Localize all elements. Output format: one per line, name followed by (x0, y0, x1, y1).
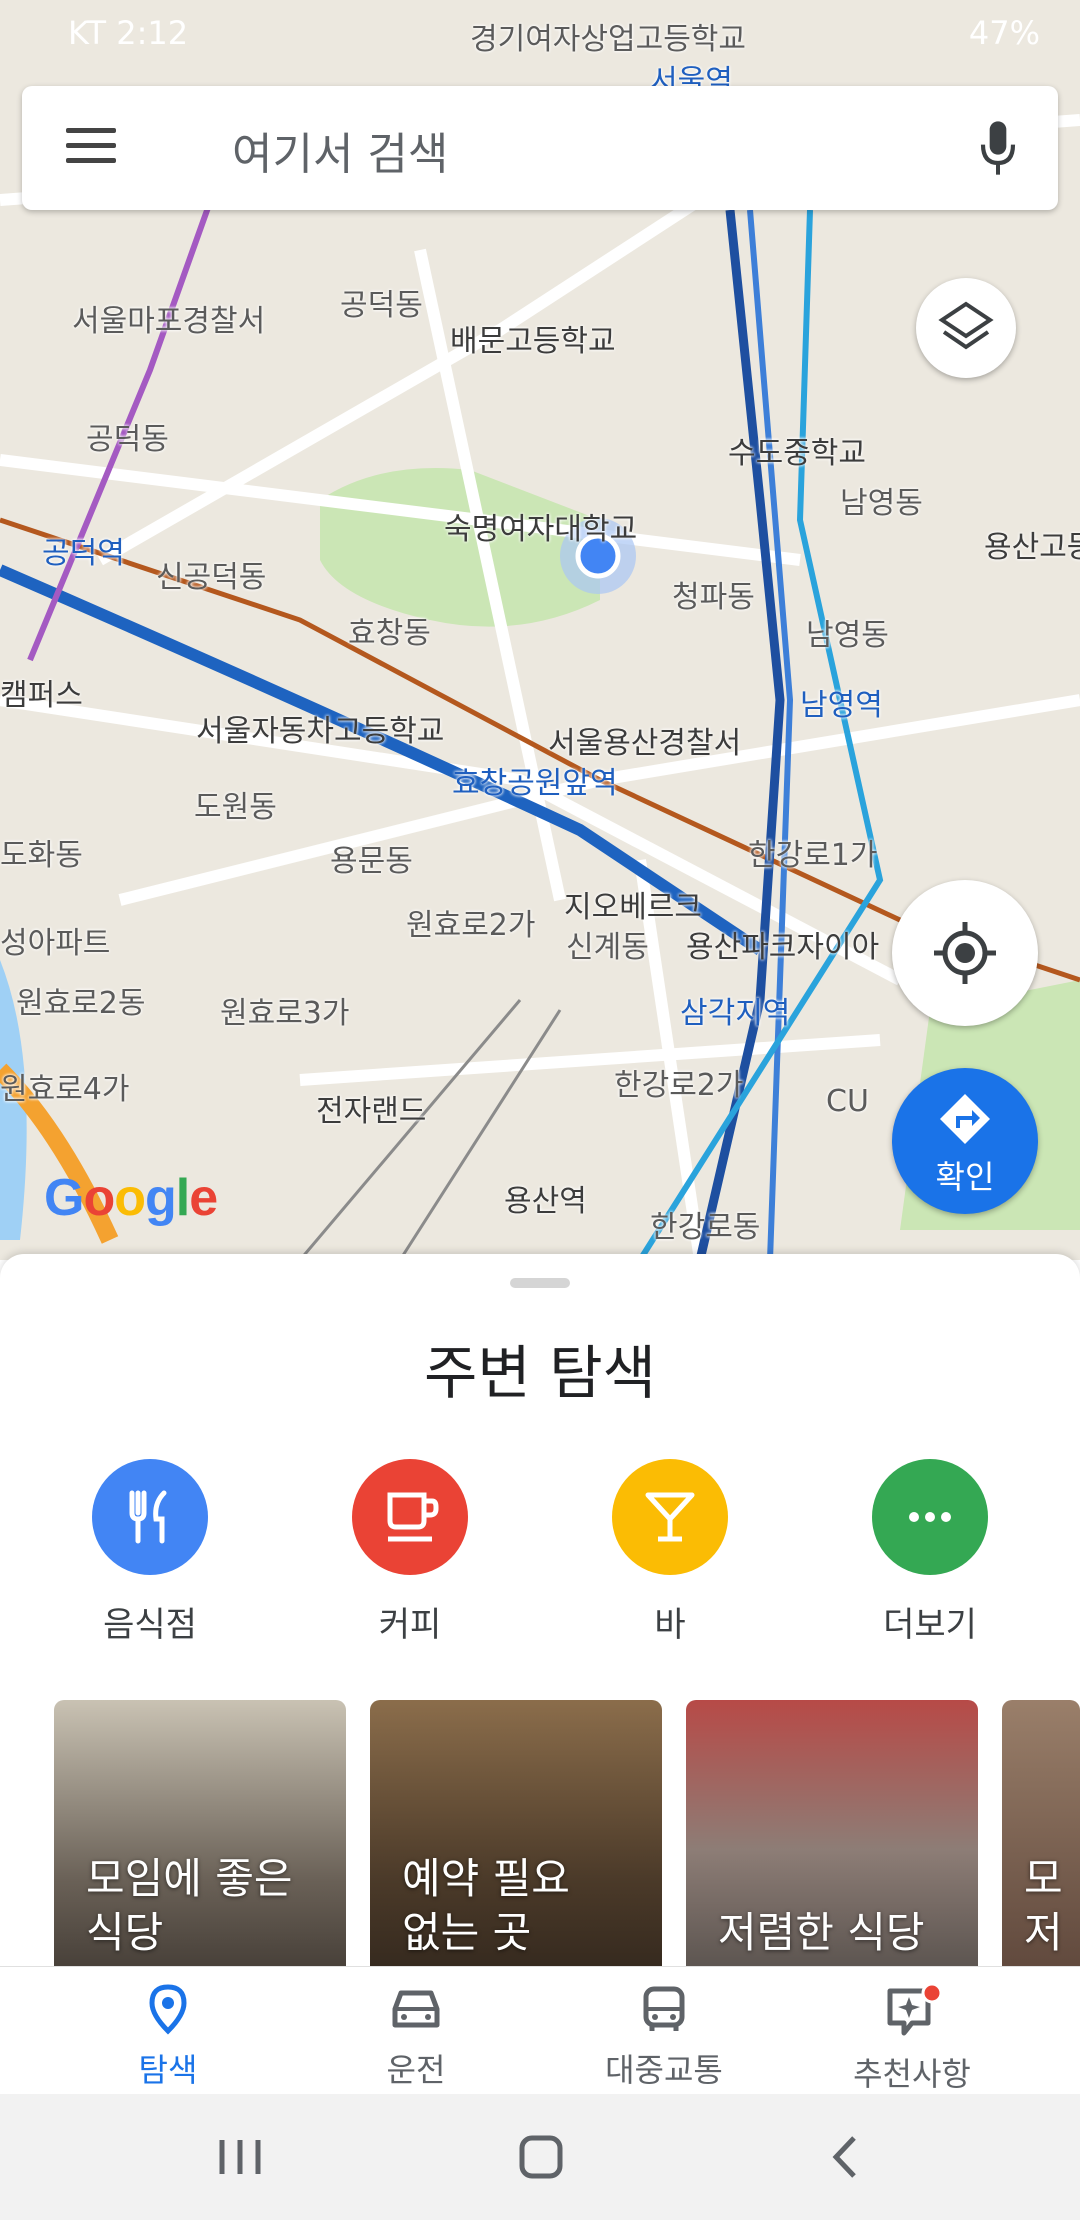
bottom-navigation: 탐색 운전 대중교통 추천사항 (0, 1966, 1080, 2095)
map-label: 원효로4가 (0, 1072, 130, 1107)
map-label: 캠퍼스 (0, 678, 83, 713)
map-label: 공덕동 (340, 288, 423, 323)
map-label: 수도중학교 (728, 436, 866, 471)
map-label: 효창공원앞역 (452, 766, 618, 801)
map-label: 숙명여자대학교 (444, 512, 638, 547)
explore-pin-icon (149, 1984, 187, 2035)
status-battery: 47% (968, 14, 1040, 52)
tab-driving[interactable]: 운전 (316, 1983, 516, 2091)
directions-label: 확인 (935, 1158, 995, 1196)
map-label: 용문동 (330, 844, 413, 879)
car-icon (392, 1990, 440, 2028)
my-location-button[interactable] (892, 880, 1038, 1026)
crosshair-icon (934, 922, 996, 984)
home-icon[interactable] (519, 2135, 563, 2179)
category-label: 바 (654, 1605, 686, 1645)
map-label: 남영동 (840, 486, 923, 521)
map-label: 한강로1가 (748, 838, 878, 873)
category-more[interactable]: 더보기 (840, 1459, 1020, 1646)
category-label: 음식점 (103, 1605, 197, 1645)
map-label: 남영역 (800, 688, 883, 723)
menu-icon[interactable] (66, 122, 116, 174)
map-label: 공덕역 (42, 536, 125, 571)
sheet-title: 주변 탐색 (424, 1339, 656, 1407)
tab-label: 탐색 (138, 2051, 198, 2089)
status-carrier-time: KT 2:12 (68, 14, 189, 52)
tab-label: 운전 (386, 2051, 446, 2089)
map-label: 원효로3가 (220, 996, 350, 1031)
map-label: 서울용산경찰서 (548, 726, 742, 761)
category-label: 커피 (378, 1605, 442, 1645)
tab-updates[interactable]: 추천사항 (812, 1982, 1012, 2095)
map-label: 한강로동 (650, 1210, 761, 1245)
map-label: 배문고등학교 (450, 324, 616, 359)
map-label: 전자랜드 (316, 1094, 427, 1129)
map-label: 서울마포경찰서 (72, 304, 266, 339)
map-label: 한강로2가 (614, 1068, 744, 1103)
directions-button[interactable]: 확인 (892, 1068, 1038, 1214)
recent-apps-icon[interactable] (219, 2140, 261, 2174)
explore-sheet[interactable]: 주변 탐색 음식점 커피 바 더보기 모임에 좋은 식당 예약 필요 없는 곳 … (0, 1254, 1080, 2000)
category-coffee[interactable]: 커피 (320, 1459, 500, 1646)
collection-card[interactable]: 예약 필요 없는 곳 (370, 1700, 662, 2000)
map-label: 도화동 (0, 838, 83, 873)
map-label: 청파동 (672, 580, 755, 615)
system-navigation-bar (0, 2094, 1080, 2220)
bus-icon (643, 1986, 685, 2031)
fork-knife-icon (92, 1459, 208, 1575)
map-label: 공덕동 (86, 422, 169, 457)
notification-badge (921, 1982, 943, 2004)
coffee-icon (352, 1459, 468, 1575)
card-title: 예약 필요 없는 곳 (402, 1854, 570, 1957)
map-label: 서울자동차고등학교 (196, 714, 445, 749)
category-label: 더보기 (883, 1605, 977, 1645)
map-label: 남영동 (806, 618, 889, 653)
collection-card[interactable]: 모임에 좋은 식당 (54, 1700, 346, 2000)
map-label: 원효로2동 (16, 986, 146, 1021)
map-label: 지오베르크 (564, 890, 702, 925)
microphone-icon[interactable] (978, 118, 1018, 178)
map-label: 성아파트 (0, 926, 111, 961)
tab-explore[interactable]: 탐색 (68, 1983, 268, 2091)
more-horiz-icon (872, 1459, 988, 1575)
status-bar: KT 2:12 47% (0, 0, 1080, 70)
category-bars[interactable]: 바 (580, 1459, 760, 1646)
cocktail-icon (612, 1459, 728, 1575)
map-label: 용산역 (504, 1184, 587, 1219)
layers-button[interactable] (916, 278, 1016, 378)
map-label: 효창동 (348, 616, 431, 651)
sheet-drag-handle[interactable] (510, 1278, 570, 1288)
card-title: 모임에 좋은 식당 (86, 1854, 293, 1957)
search-input[interactable]: 여기서 검색 (232, 118, 448, 182)
collection-card[interactable]: 저렴한 식당 (686, 1700, 978, 2000)
tab-transit[interactable]: 대중교통 (564, 1983, 764, 2091)
google-logo: Google (44, 1169, 218, 1227)
card-title: 모저 (1024, 1854, 1063, 1957)
tab-label: 대중교통 (605, 2051, 723, 2089)
map-label: 용산고등 (984, 530, 1080, 565)
map-label: 삼각지역 (680, 996, 791, 1031)
map-label: 신계동 (566, 930, 649, 965)
map-label: 도원동 (194, 790, 277, 825)
collection-card[interactable]: 모저 (1002, 1700, 1080, 2000)
updates-sparkle-icon (887, 1982, 943, 2036)
map-label: CU (826, 1084, 869, 1119)
card-title: 저렴한 식당 (718, 1908, 925, 1957)
category-restaurants[interactable]: 음식점 (60, 1459, 240, 1646)
search-bar[interactable]: 여기서 검색 (22, 86, 1058, 210)
map-label: 용산파크자이아 (686, 930, 880, 965)
tab-label: 추천사항 (853, 2055, 971, 2093)
map-label: 원효로2가 (406, 908, 536, 943)
map-label: 신공덕동 (156, 560, 267, 595)
layers-icon (938, 301, 994, 350)
back-icon[interactable] (832, 2136, 856, 2178)
